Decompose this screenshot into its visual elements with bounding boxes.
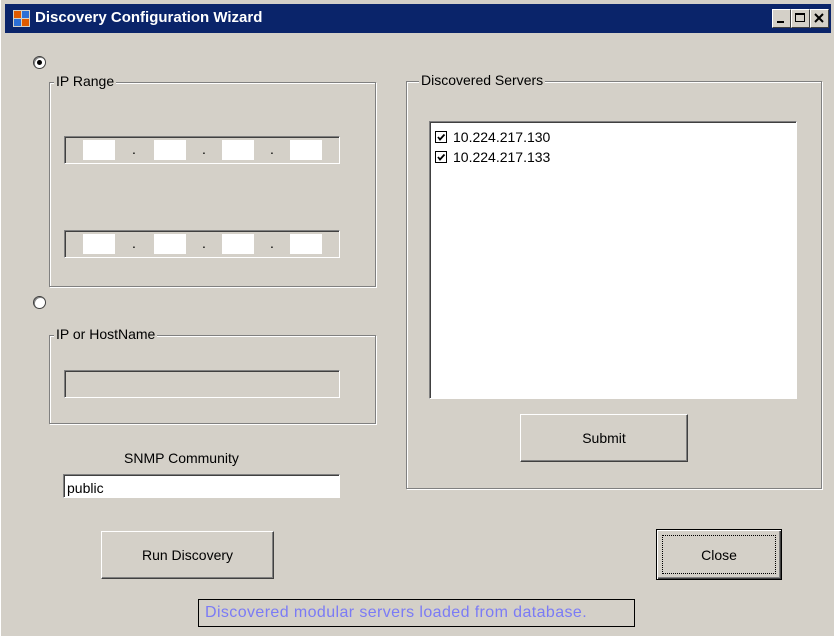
close-window-button[interactable]	[810, 9, 829, 28]
octet-separator: .	[270, 235, 274, 251]
start-octet-1[interactable]	[83, 140, 115, 160]
submit-button[interactable]: Submit	[520, 414, 688, 462]
end-octet-1[interactable]	[83, 234, 115, 254]
status-message: Discovered modular servers loaded from d…	[198, 599, 635, 627]
window-title: Discovery Configuration Wizard	[35, 9, 263, 26]
octet-separator: .	[132, 235, 136, 251]
end-octet-2[interactable]	[154, 234, 186, 254]
app-icon	[13, 10, 30, 27]
discovered-servers-list[interactable]: 10.224.217.130 10.224.217.133	[429, 121, 797, 399]
close-button[interactable]: Close	[656, 529, 782, 580]
ip-range-label: IP Range	[54, 73, 117, 89]
radio-selected-dot	[37, 60, 42, 65]
minimize-button[interactable]	[772, 9, 791, 28]
server-checkbox[interactable]	[435, 150, 447, 163]
octet-separator: .	[270, 141, 274, 157]
start-octet-3[interactable]	[222, 140, 254, 160]
server-checkbox[interactable]	[435, 130, 447, 143]
start-octet-2[interactable]	[154, 140, 186, 160]
minimize-icon	[777, 21, 784, 23]
checkmark-icon	[437, 133, 446, 141]
run-discovery-button[interactable]: Run Discovery	[101, 531, 274, 579]
ip-range-radio[interactable]	[33, 56, 46, 69]
server-address: 10.224.217.130	[453, 128, 551, 145]
checkmark-icon	[437, 153, 446, 161]
octet-separator: .	[132, 141, 136, 157]
maximize-icon	[795, 13, 805, 22]
hostname-label: IP or HostName	[54, 326, 158, 342]
focus-rect	[662, 535, 776, 574]
snmp-community-input[interactable]: public	[63, 474, 340, 498]
discovered-servers-label: Discovered Servers	[419, 72, 546, 88]
ip-range-end-field[interactable]: . . .	[64, 230, 340, 258]
wizard-window: Discovery Configuration Wizard IP Range …	[0, 0, 834, 636]
ip-range-start-field[interactable]: . . .	[64, 136, 340, 164]
octet-separator: .	[202, 141, 206, 157]
end-octet-3[interactable]	[222, 234, 254, 254]
octet-separator: .	[202, 235, 206, 251]
close-icon	[814, 13, 824, 23]
snmp-community-label: SNMP Community	[124, 450, 239, 466]
list-item[interactable]: 10.224.217.133	[435, 148, 550, 165]
server-address: 10.224.217.133	[453, 148, 551, 165]
list-item[interactable]: 10.224.217.130	[435, 128, 550, 145]
hostname-input[interactable]	[64, 370, 340, 398]
start-octet-4[interactable]	[290, 140, 322, 160]
title-bar[interactable]: Discovery Configuration Wizard	[5, 4, 831, 33]
end-octet-4[interactable]	[290, 234, 322, 254]
hostname-radio[interactable]	[33, 296, 46, 309]
maximize-button[interactable]	[791, 9, 810, 28]
